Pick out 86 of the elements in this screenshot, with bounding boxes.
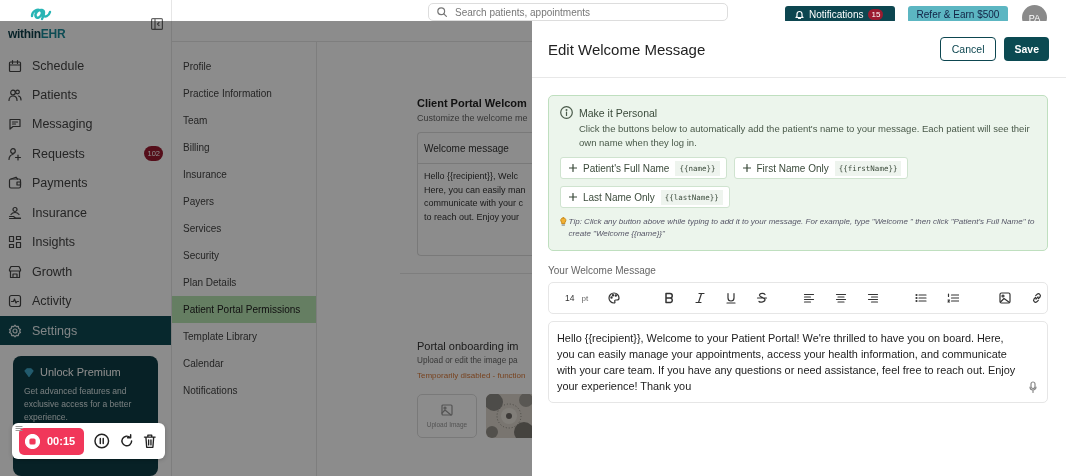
message-line: Hello {{recipient}}, Welc [424, 170, 518, 183]
settings-menu-item[interactable]: Practice Information [172, 80, 316, 107]
numbered-list-icon[interactable] [947, 292, 960, 304]
section-title: Portal onboarding im [417, 340, 519, 352]
sidebar-item[interactable]: Settings [0, 315, 171, 346]
sidebar-item[interactable]: Messaging [0, 109, 171, 140]
bullet-list-icon[interactable] [915, 292, 928, 304]
chat-icon [8, 117, 22, 132]
count-badge: 15 [868, 9, 884, 20]
sidebar-item[interactable]: Insurance [0, 198, 171, 228]
calendar-icon [8, 58, 22, 73]
cancel-button[interactable]: Cancel [939, 37, 997, 61]
search-icon [437, 7, 447, 17]
settings-menu-item[interactable]: Insurance [172, 161, 316, 188]
premium-title: Unlock Premium [40, 366, 121, 379]
plus-icon [569, 193, 577, 201]
search-field[interactable]: Search patients, appointments [428, 3, 728, 21]
logo-wordmark: withinEHR [8, 27, 66, 41]
settings-menu-item[interactable]: Notifications [172, 377, 316, 404]
section-title: Client Portal Welcom [417, 97, 527, 109]
palette-icon[interactable] [608, 292, 621, 304]
premium-text: Get advanced features and exclusive access for a better experience. [24, 385, 133, 425]
pause-icon[interactable] [94, 433, 110, 449]
link-icon[interactable] [1031, 292, 1044, 304]
align-left-icon[interactable] [803, 292, 816, 304]
image-icon[interactable] [999, 292, 1012, 304]
trash-icon[interactable] [143, 433, 157, 449]
settings-menu-item[interactable]: Payers [172, 188, 316, 215]
people-icon [8, 88, 22, 103]
lightbulb-icon [560, 216, 567, 227]
sidebar-item[interactable]: Payments [0, 168, 171, 199]
activity-icon [8, 294, 22, 309]
settings-menu-item[interactable]: Plan Details [172, 269, 316, 296]
settings-menu-item[interactable]: Services [172, 215, 316, 242]
info-text: Click the buttons below to automatically add the patient's name to your message. Each patient will see their own name when they log in. [579, 122, 1031, 150]
bold-icon[interactable] [663, 292, 676, 304]
gear-icon [8, 323, 22, 338]
settings-menu-item[interactable]: Billing [172, 134, 316, 161]
grip-icon[interactable] [15, 425, 23, 432]
redo-icon[interactable] [118, 433, 135, 449]
message-editor[interactable] [548, 321, 1048, 403]
grid-icon [8, 235, 22, 250]
settings-menu-item[interactable]: Patient Portal Permissions [172, 296, 316, 323]
italic-icon[interactable] [694, 292, 707, 304]
wallet-icon [8, 176, 22, 191]
microphone-icon[interactable] [1029, 381, 1037, 393]
tip-text: Tip: Click any button above while typing to add it to your message. For example, type "Welcome " then click "Patient's Full Name" to create "Welcome {{name}}" [568, 216, 1035, 240]
save-button[interactable]: Save [1004, 37, 1049, 61]
message-text: Hello {{recipient}}, Welcome to your Patient Portal! We're thrilled to have you on board. Here, you can easily manage your appointments, access your health information, and communicate with your care team. If you have any questions or need assistance, feel free to reach out. Enjoy your experience! Thank you [557, 331, 1017, 394]
align-center-icon[interactable] [835, 292, 848, 304]
sidebar-item[interactable]: Patients [0, 80, 171, 110]
settings-menu-item[interactable]: Profile [172, 53, 316, 80]
font-size-unit: pt [581, 293, 589, 303]
section-subtitle: Upload or edit the image pa [417, 356, 518, 365]
stop-recording-button[interactable]: 00:15 [19, 427, 85, 455]
font-size-value[interactable]: 14 [565, 293, 575, 303]
bell-icon [795, 10, 804, 19]
settings-menu-item[interactable]: Team [172, 107, 316, 134]
settings-menu-item[interactable]: Template Library [172, 323, 316, 350]
message-line: Here, you can easily man [424, 183, 526, 197]
underline-icon[interactable] [725, 292, 738, 304]
message-line: to reach out. Enjoy your [424, 210, 520, 224]
sidebar-item[interactable]: Insights [0, 227, 171, 257]
stop-icon [25, 433, 40, 449]
image-icon [441, 404, 453, 416]
align-right-icon[interactable] [867, 292, 880, 304]
info-title: Make it Personal [579, 107, 658, 119]
info-icon [560, 106, 573, 119]
sidebar-item[interactable]: Growth [0, 256, 171, 287]
field-label: Your Welcome Message [548, 265, 657, 276]
strikethrough-icon[interactable] [756, 292, 769, 304]
settings-menu-item[interactable]: Calendar [172, 350, 316, 377]
insurance-icon [8, 205, 22, 220]
diamond-icon [24, 367, 34, 377]
drawer-title: Edit Welcome Message [548, 40, 707, 58]
plus-icon [569, 164, 577, 172]
person-add-icon [8, 146, 22, 161]
plus-icon [742, 164, 751, 172]
warning-text: Temporarily disabled - function [417, 371, 526, 380]
store-icon [8, 264, 22, 279]
message-line: communicate with your c [424, 197, 524, 210]
section-subtitle: Customize the welcome me [417, 113, 528, 123]
sidebar-collapse-icon[interactable] [151, 18, 163, 30]
settings-menu-item[interactable]: Security [172, 242, 316, 269]
sidebar-item[interactable]: Schedule [0, 50, 171, 81]
sidebar-item[interactable]: Activity [0, 286, 171, 316]
